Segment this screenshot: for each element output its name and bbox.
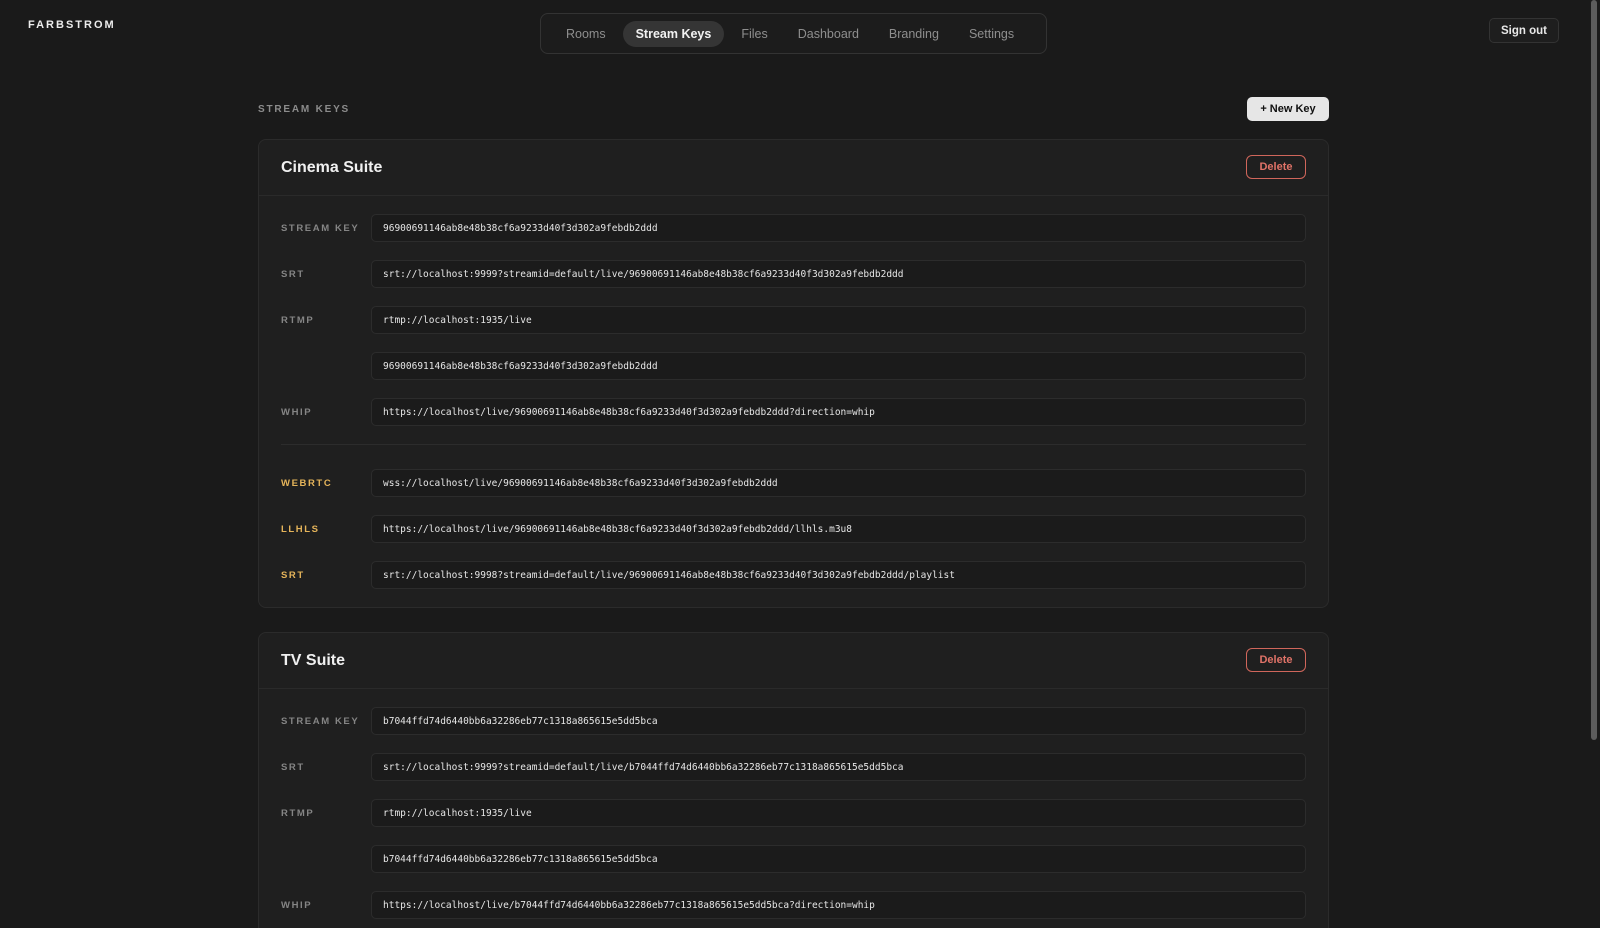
- stream-key-field[interactable]: 96900691146ab8e48b38cf6a9233d40f3d302a9f…: [371, 214, 1306, 242]
- field-label: SRT: [281, 761, 305, 773]
- field-row: 96900691146ab8e48b38cf6a9233d40f3d302a9f…: [281, 352, 1306, 380]
- sign-out-button[interactable]: Sign out: [1489, 18, 1559, 43]
- divider: [281, 444, 1306, 445]
- delete-button[interactable]: Delete: [1246, 648, 1306, 672]
- field-label: STREAM KEY: [281, 222, 360, 234]
- brand-logo: FARBSTROM: [28, 19, 116, 31]
- field-row: SRT srt://localhost:9999?streamid=defaul…: [281, 260, 1306, 288]
- srt-ingest-field[interactable]: srt://localhost:9999?streamid=default/li…: [371, 260, 1306, 288]
- tab-dashboard[interactable]: Dashboard: [785, 21, 872, 47]
- tab-files[interactable]: Files: [728, 21, 780, 47]
- srt-playback-field[interactable]: srt://localhost:9998?streamid=default/li…: [371, 561, 1306, 589]
- card-body: STREAM KEY b7044ffd74d6440bb6a32286eb77c…: [259, 689, 1328, 919]
- card-title: TV Suite: [281, 652, 346, 669]
- scrollbar-thumb[interactable]: [1591, 0, 1597, 740]
- field-row: RTMP rtmp://localhost:1935/live: [281, 306, 1306, 334]
- field-row: SRT srt://localhost:9998?streamid=defaul…: [281, 561, 1306, 589]
- main-nav: Rooms Stream Keys Files Dashboard Brandi…: [540, 13, 1047, 54]
- field-row: b7044ffd74d6440bb6a32286eb77c1318a865615…: [281, 845, 1306, 873]
- llhls-url-field[interactable]: https://localhost/live/96900691146ab8e48…: [371, 515, 1306, 543]
- field-row: WHIP https://localhost/live/96900691146a…: [281, 398, 1306, 426]
- field-label: LLHLS: [281, 523, 320, 535]
- field-row: WHIP https://localhost/live/b7044ffd74d6…: [281, 891, 1306, 919]
- rtmp-key-field[interactable]: b7044ffd74d6440bb6a32286eb77c1318a865615…: [371, 845, 1306, 873]
- field-label: SRT: [281, 268, 305, 280]
- stream-key-card: TV Suite Delete STREAM KEY b7044ffd74d64…: [258, 632, 1329, 928]
- stream-key-field[interactable]: b7044ffd74d6440bb6a32286eb77c1318a865615…: [371, 707, 1306, 735]
- card-title: Cinema Suite: [281, 159, 383, 176]
- stream-key-card: Cinema Suite Delete STREAM KEY 969006911…: [258, 139, 1329, 608]
- rtmp-url-field[interactable]: rtmp://localhost:1935/live: [371, 306, 1306, 334]
- whip-url-field[interactable]: https://localhost/live/b7044ffd74d6440bb…: [371, 891, 1306, 919]
- field-label: RTMP: [281, 314, 315, 326]
- field-label: SRT: [281, 569, 305, 581]
- field-row: STREAM KEY b7044ffd74d6440bb6a32286eb77c…: [281, 707, 1306, 735]
- field-row: STREAM KEY 96900691146ab8e48b38cf6a9233d…: [281, 214, 1306, 242]
- srt-ingest-field[interactable]: srt://localhost:9999?streamid=default/li…: [371, 753, 1306, 781]
- field-label: WHIP: [281, 406, 313, 418]
- tab-stream-keys[interactable]: Stream Keys: [622, 20, 725, 47]
- tab-branding[interactable]: Branding: [876, 21, 952, 47]
- field-row: RTMP rtmp://localhost:1935/live: [281, 799, 1306, 827]
- field-label: STREAM KEY: [281, 715, 360, 727]
- whip-url-field[interactable]: https://localhost/live/96900691146ab8e48…: [371, 398, 1306, 426]
- rtmp-url-field[interactable]: rtmp://localhost:1935/live: [371, 799, 1306, 827]
- tab-settings[interactable]: Settings: [956, 21, 1027, 47]
- tab-rooms[interactable]: Rooms: [553, 21, 619, 47]
- card-header: Cinema Suite Delete: [259, 140, 1328, 196]
- webrtc-url-field[interactable]: wss://localhost/live/96900691146ab8e48b3…: [371, 469, 1306, 497]
- new-key-button[interactable]: + New Key: [1247, 97, 1329, 121]
- page-title: STREAM KEYS: [258, 104, 351, 115]
- field-row: WEBRTC wss://localhost/live/96900691146a…: [281, 469, 1306, 497]
- field-label: WEBRTC: [281, 477, 333, 489]
- card-body: STREAM KEY 96900691146ab8e48b38cf6a9233d…: [259, 196, 1328, 589]
- field-row: SRT srt://localhost:9999?streamid=defaul…: [281, 753, 1306, 781]
- field-label: WHIP: [281, 899, 313, 911]
- field-label: RTMP: [281, 807, 315, 819]
- delete-button[interactable]: Delete: [1246, 155, 1306, 179]
- field-row: LLHLS https://localhost/live/96900691146…: [281, 515, 1306, 543]
- card-header: TV Suite Delete: [259, 633, 1328, 689]
- rtmp-key-field[interactable]: 96900691146ab8e48b38cf6a9233d40f3d302a9f…: [371, 352, 1306, 380]
